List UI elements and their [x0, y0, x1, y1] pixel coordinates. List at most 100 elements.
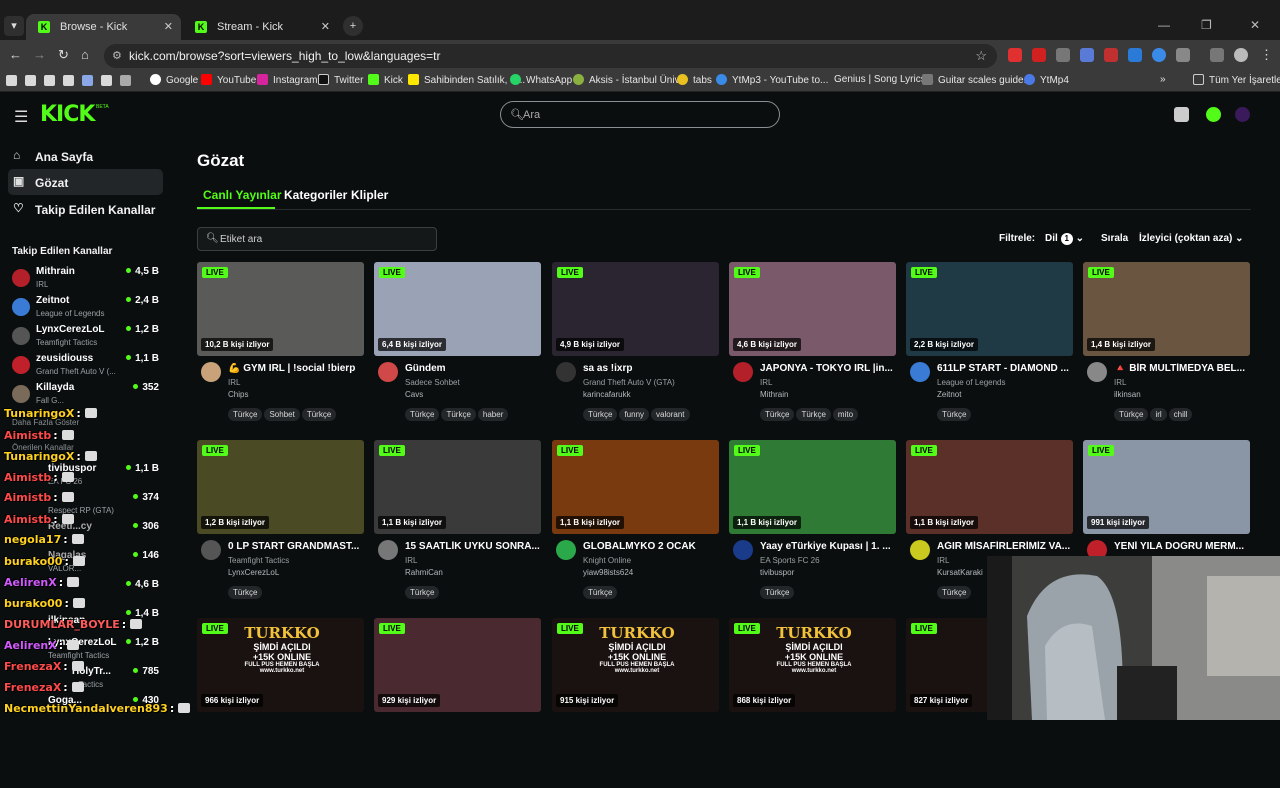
bookmark-icon[interactable] [25, 75, 36, 86]
stream-card[interactable]: LIVE 1,1 B kişi izliyor Yaay eTürkiye Kupa… [729, 440, 896, 610]
stream-username[interactable]: tivibuspor [760, 568, 794, 577]
bookmark-instagram[interactable]: Instagram [257, 74, 317, 86]
nav-browse[interactable]: ▣ Gözat [8, 169, 163, 195]
sidebar-recommended-channel[interactable]: Reeti...cy 306 [12, 520, 162, 549]
all-bookmarks[interactable]: Tüm Yer İşaretleri [1193, 74, 1280, 86]
bookmark-icon[interactable] [82, 75, 93, 86]
restore-icon[interactable]: ❐ [1201, 18, 1212, 32]
stream-title[interactable]: 611LP START - DIAMOND ... [937, 363, 1072, 374]
bookmark-icon[interactable] [101, 75, 112, 86]
stream-tag[interactable]: Türkçe [405, 586, 440, 599]
stream-thumbnail[interactable]: LIVE 2,2 B kişi izliyor [906, 262, 1073, 356]
stream-thumbnail[interactable]: LIVE 991 kişi izliyor [1083, 440, 1250, 534]
stream-username[interactable]: RahmiCan [405, 568, 443, 577]
stream-card[interactable]: TURKKO ŞİMDİ AÇILDI +15K ONLINE FULL PUS HE… [197, 618, 364, 788]
bookmark-aksis[interactable]: Aksis - İstanbul Üniv... [573, 74, 687, 86]
stream-tag[interactable]: Türkçe [937, 408, 972, 421]
home-icon[interactable]: ⌂ [81, 47, 89, 62]
profile-avatar-icon[interactable] [1234, 48, 1248, 62]
url-field[interactable]: ⚙ kick.com/browse?sort=viewers_high_to_l… [104, 44, 997, 68]
stream-username[interactable]: Mithrain [760, 390, 788, 399]
sidebar-recommended-channel[interactable]: 4,6 B [12, 578, 162, 607]
stream-card[interactable]: TURKKO ŞİMDİ AÇILDI +15K ONLINE FULL PUS HE… [552, 618, 719, 788]
stream-category[interactable]: IRL [405, 556, 417, 565]
stream-title[interactable]: Yaay eTürkiye Kupası | 1. ... [760, 541, 895, 552]
stream-thumbnail[interactable]: LIVE 4,9 B kişi izliyor [552, 262, 719, 356]
sidebar-channel[interactable]: Killayda Fall G... 352 [12, 381, 162, 410]
stream-username[interactable]: yiaw98ists624 [583, 568, 633, 577]
site-info-icon[interactable]: ⚙ [112, 49, 122, 62]
stream-card[interactable]: TURKKO ŞİMDİ AÇILDI +15K ONLINE FULL PUS HE… [729, 618, 896, 788]
bookmark-genius[interactable]: Genius | Song Lyrics... [834, 74, 934, 85]
tab-clips[interactable]: Klipler [351, 188, 388, 202]
stream-username[interactable]: karincafarukk [583, 390, 631, 399]
stream-title[interactable]: 15 SAATLİK UYKU SONRA... [405, 541, 540, 552]
extension-icon[interactable] [1128, 48, 1142, 62]
tab-search-icon[interactable]: ▾ [4, 16, 24, 36]
extension-icon[interactable] [1056, 48, 1070, 62]
reload-icon[interactable]: ↻ [58, 47, 69, 63]
avatar[interactable] [910, 362, 930, 382]
extension-icon[interactable] [1008, 48, 1022, 62]
avatar[interactable] [201, 362, 221, 382]
stream-thumbnail[interactable]: TURKKO ŞİMDİ AÇILDI +15K ONLINE FULL PUS HE… [729, 618, 896, 712]
stream-tag[interactable]: Türkçe [760, 586, 795, 599]
stream-thumbnail[interactable]: LIVE 10,2 B kişi izliyor [197, 262, 364, 356]
user-avatar[interactable] [1235, 107, 1250, 122]
stream-tag[interactable]: Türkçe [583, 586, 618, 599]
stream-card[interactable]: LIVE 1,2 B kişi izliyor 0 LP START GRANDMA… [197, 440, 364, 610]
more-bookmarks-icon[interactable]: » [1160, 74, 1166, 85]
avatar[interactable] [1087, 362, 1107, 382]
stream-thumbnail[interactable]: LIVE 929 kişi izliyor [374, 618, 541, 712]
extensions-puzzle-icon[interactable] [1176, 48, 1190, 62]
bookmark-whatsapp[interactable]: WhatsApp [510, 74, 572, 86]
media-icon[interactable] [1210, 48, 1224, 62]
extension-icon[interactable] [1032, 48, 1046, 62]
bookmark-sahibinden[interactable]: Sahibinden Satılık, K... [408, 74, 525, 86]
close-window-icon[interactable]: ✕ [1250, 18, 1260, 32]
sidebar-channel[interactable]: LynxCerezLoL Teamfight Tactics 1,2 B [12, 323, 162, 352]
stream-category[interactable]: IRL [937, 556, 949, 565]
bookmark-icon[interactable] [63, 75, 74, 86]
stream-username[interactable]: Zeitnot [937, 390, 961, 399]
bookmark-icon[interactable] [44, 75, 55, 86]
bookmark-youtube[interactable]: YouTube [201, 74, 256, 86]
sidebar-channel[interactable]: Mithrain IRL 4,5 B [12, 265, 162, 294]
stream-card[interactable]: LIVE 1,1 B kişi izliyor 15 SAATLİK UYKU SO… [374, 440, 541, 610]
bookmark-kick[interactable]: Kick [368, 74, 403, 86]
close-tab-icon[interactable]: ✕ [164, 14, 173, 40]
stream-card[interactable]: LIVE 6,4 B kişi izliyor Gündem Sadece Sohbe… [374, 262, 541, 432]
bookmark-icon[interactable] [6, 75, 17, 86]
stream-tag[interactable]: Türkçe [937, 586, 972, 599]
tag-search-input[interactable]: 🔍︎ Etiket ara [197, 227, 437, 251]
sidebar-recommended-channel[interactable]: ilkinsan 1,4 B [12, 607, 162, 636]
sidebar-channel[interactable]: zeusidiouss Grand Theft Auto V (... 1,1 … [12, 352, 162, 381]
stream-thumbnail[interactable]: LIVE 1,2 B kişi izliyor [197, 440, 364, 534]
stream-thumbnail[interactable]: LIVE 1,1 B kişi izliyor [552, 440, 719, 534]
stream-title[interactable]: GLOBALMYKO 2 OCAK [583, 541, 718, 552]
sidebar-recommended-channel[interactable]: LynxCerezLoL Teamfight Tactics 1,2 B [12, 636, 162, 665]
stream-category[interactable]: EA Sports FC 26 [760, 556, 820, 565]
stream-tag[interactable]: Türkçe [796, 408, 831, 421]
avatar[interactable] [378, 540, 398, 560]
avatar[interactable] [378, 362, 398, 382]
stream-card[interactable]: LIVE 2,2 B kişi izliyor 611LP START - DIAM… [906, 262, 1073, 432]
sidebar-recommended-channel[interactable]: Respect RP (GTA) 374 [12, 491, 162, 520]
stream-category[interactable]: IRL [1114, 378, 1126, 387]
sidebar-recommended-channel[interactable]: HolyTr... ...Tactics 785 [12, 665, 162, 694]
stream-category[interactable]: IRL [760, 378, 772, 387]
stream-tag[interactable]: Türkçe [441, 408, 476, 421]
new-tab-button[interactable]: + [343, 16, 363, 36]
stream-thumbnail[interactable]: LIVE 6,4 B kişi izliyor [374, 262, 541, 356]
avatar[interactable] [556, 540, 576, 560]
avatar[interactable] [201, 540, 221, 560]
kick-wallet-icon[interactable] [1206, 107, 1221, 122]
avatar[interactable] [910, 540, 930, 560]
avatar[interactable] [733, 362, 753, 382]
apps-grid-icon[interactable] [120, 75, 131, 86]
stream-thumbnail[interactable]: LIVE 1,4 B kişi izliyor [1083, 262, 1250, 356]
extension-icon[interactable] [1080, 48, 1094, 62]
browser-menu-icon[interactable]: ⋮ [1260, 47, 1273, 63]
stream-card[interactable]: LIVE 4,6 B kişi izliyor JAPONYA - TOKYO IR… [729, 262, 896, 432]
stream-tag[interactable]: chill [1168, 408, 1193, 421]
